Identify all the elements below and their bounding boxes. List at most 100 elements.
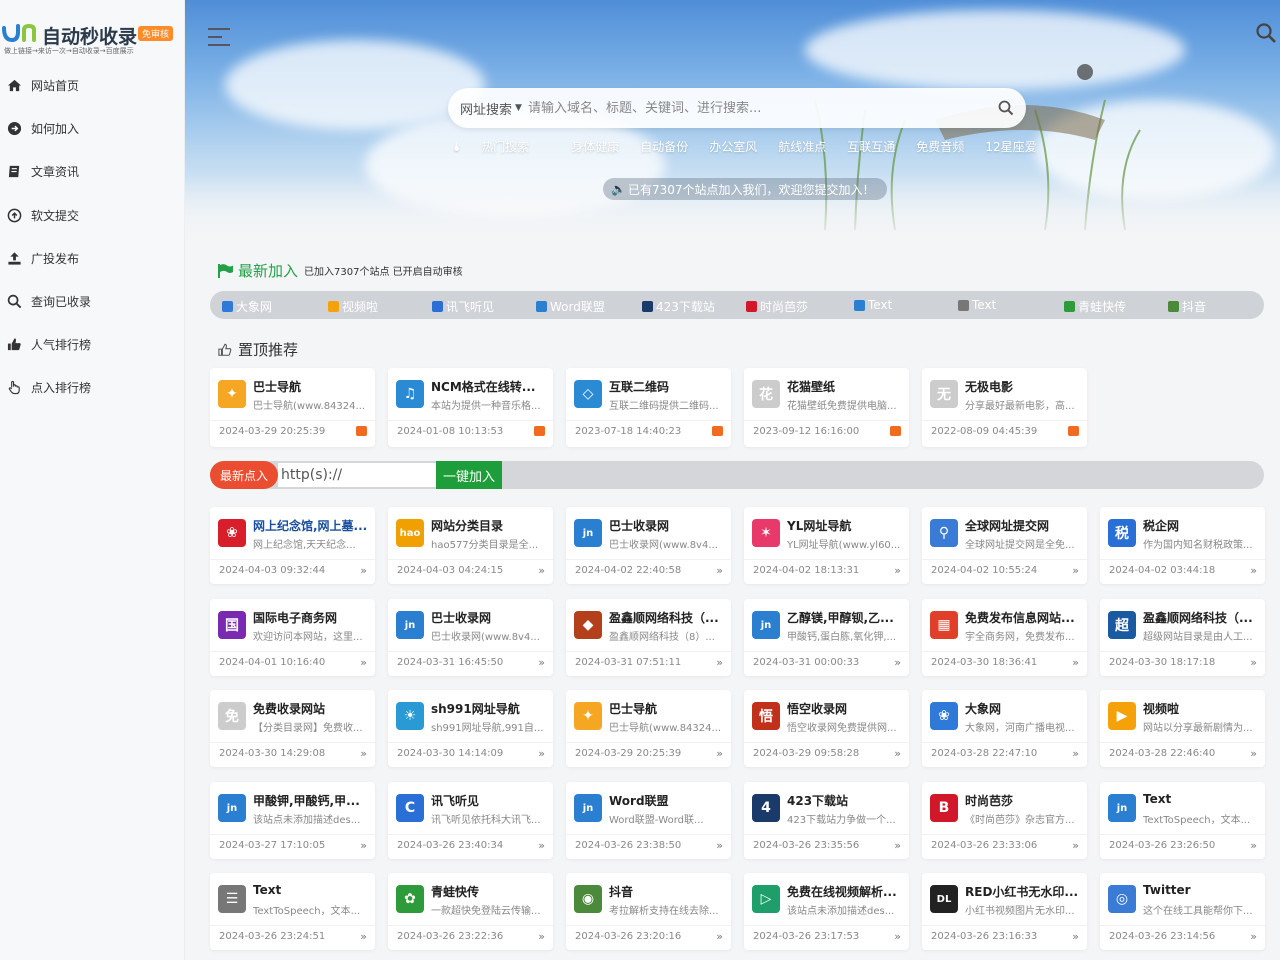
double-chevron-right-icon[interactable]: »: [360, 564, 367, 577]
site-card[interactable]: ✦ 巴士导航 巴士导航(www.84324... 2024-03-29 20:25:3…: [210, 368, 375, 447]
site-logo[interactable]: 自动秒收录 免审核 做上链接→来访一次→自动收录→百度展示: [0, 18, 185, 58]
feedback-icon[interactable]: [1068, 426, 1079, 436]
double-chevron-right-icon[interactable]: »: [1250, 564, 1257, 577]
site-card[interactable]: jn 巴士收录网 巴士收录网(www.8v4... 2024-03-31 16:45:…: [388, 599, 553, 676]
site-card-title[interactable]: 盈鑫顺网络科技（...: [609, 609, 725, 626]
hot-tag[interactable]: 免费音频: [916, 138, 964, 155]
site-card[interactable]: ☀ sh991网址导航 sh991网址导航,991自... 2024-03-30 14…: [388, 690, 553, 767]
site-card[interactable]: jn 甲酸钾,甲酸钙,甲... 该站点未添加描述des... 2024-03-27 1…: [210, 782, 375, 859]
double-chevron-right-icon[interactable]: »: [894, 564, 901, 577]
double-chevron-right-icon[interactable]: »: [1072, 564, 1079, 577]
strip-item[interactable]: 抖音: [1168, 298, 1206, 315]
site-card-title[interactable]: 盈鑫顺网络科技（...: [1143, 609, 1259, 626]
site-card-title[interactable]: 国际电子商务网: [253, 609, 369, 626]
site-card[interactable]: 无无极电影 分享最好最新电影，高... 2022-08-09 04:45:39: [922, 368, 1087, 447]
site-card-title[interactable]: 巴士导航: [253, 378, 369, 395]
site-card-title[interactable]: Text: [1143, 792, 1259, 806]
site-card-title[interactable]: 乙醇镁,甲醇钡,乙...: [787, 609, 903, 626]
feedback-icon[interactable]: [712, 426, 723, 436]
site-card-title[interactable]: NCM格式在线转...: [431, 378, 547, 395]
site-card[interactable]: ▦ 免费发布信息网站... 宇全商务网，免费发布... 2024-03-30 18:3…: [922, 599, 1087, 676]
url-input[interactable]: [278, 463, 436, 487]
strip-item[interactable]: Text: [958, 298, 996, 312]
site-card[interactable]: B 时尚芭莎 《时尚芭莎》杂志官方... 2024-03-26 23:33:06 »: [922, 782, 1087, 859]
site-card-title[interactable]: 免费发布信息网站...: [965, 609, 1081, 626]
site-card-title[interactable]: 悟空收录网: [787, 700, 903, 717]
site-card[interactable]: jn 巴士收录网 巴士收录网(www.8v4... 2024-04-02 22:40:…: [566, 507, 731, 584]
strip-item[interactable]: 讯飞听见: [432, 298, 494, 315]
site-card-title[interactable]: 网上纪念馆,网上墓...: [253, 517, 369, 534]
site-card[interactable]: ▶ 视频啦 网站以分享最新剧情为... 2024-03-28 22:46:40 »: [1100, 690, 1265, 767]
strip-item[interactable]: 视频啦: [328, 298, 378, 315]
double-chevron-right-icon[interactable]: »: [1072, 747, 1079, 760]
strip-item[interactable]: 时尚芭莎: [746, 298, 808, 315]
site-card[interactable]: jn Word联盟 Word联盟-Word联... 2024-03-26 23:38:…: [566, 782, 731, 859]
site-card[interactable]: ▷ 免费在线视频解析... 该站点未添加描述des... 2024-03-26 23:…: [744, 873, 909, 950]
site-card[interactable]: jn Text TextToSpeech，文本... 2024-03-26 23:26…: [1100, 782, 1265, 859]
site-card[interactable]: ◇ 互联二维码 互联二维码提供二维码... 2023-07-18 14:40:23: [566, 368, 731, 447]
hot-tag-label[interactable]: 🌢 热门搜索: [453, 138, 550, 155]
site-card-title[interactable]: 无极电影: [965, 378, 1081, 395]
feedback-icon[interactable]: [534, 426, 545, 436]
search-button[interactable]: [986, 88, 1026, 128]
site-card[interactable]: 花花猫壁纸 花猫壁纸免费提供电脑... 2023-09-12 16:16:00: [744, 368, 909, 447]
hot-tag[interactable]: 互联互通: [847, 138, 895, 155]
site-card-title[interactable]: 巴士收录网: [609, 517, 725, 534]
nav-item-articles[interactable]: 文章资讯: [0, 150, 185, 193]
double-chevron-right-icon[interactable]: »: [1072, 930, 1079, 943]
site-card[interactable]: ☰ Text TextToSpeech，文本... 2024-03-26 23:24:…: [210, 873, 375, 950]
site-card[interactable]: ⚲ 全球网址提交网 全球网址提交网是全免... 2024-04-02 10:55:24…: [922, 507, 1087, 584]
site-card-title[interactable]: sh991网址导航: [431, 700, 547, 717]
site-card-title[interactable]: 互联二维码: [609, 378, 725, 395]
site-card[interactable]: ◆ 盈鑫顺网络科技（... 盈鑫顺网络科技（8）... 2024-03-31 07:5…: [566, 599, 731, 676]
double-chevron-right-icon[interactable]: »: [716, 564, 723, 577]
double-chevron-right-icon[interactable]: »: [360, 930, 367, 943]
double-chevron-right-icon[interactable]: »: [1072, 839, 1079, 852]
strip-item[interactable]: 大象网: [222, 298, 272, 315]
double-chevron-right-icon[interactable]: »: [360, 839, 367, 852]
site-card[interactable]: ◉ 抖音 考拉解析支持在线去除... 2024-03-26 23:20:16 »: [566, 873, 731, 950]
nav-item-query-indexed[interactable]: 查询已收录: [0, 280, 185, 323]
site-card[interactable]: C 讯飞听见 讯飞听见依托科大讯飞... 2024-03-26 23:40:34 »: [388, 782, 553, 859]
site-card[interactable]: 超盈鑫顺网络科技（... 超级网站目录是由人工... 2024-03-30 18:1…: [1100, 599, 1265, 676]
site-card[interactable]: hao 网站分类目录 hao577分类目录是全... 2024-04-03 04:24…: [388, 507, 553, 584]
feedback-icon[interactable]: [890, 426, 901, 436]
hot-tag[interactable]: 办公室风: [709, 138, 757, 155]
site-card-title[interactable]: 税企网: [1143, 517, 1259, 534]
hot-tag[interactable]: 自动备份: [640, 138, 688, 155]
site-card-title[interactable]: Twitter: [1143, 883, 1259, 897]
site-card-title[interactable]: Word联盟: [609, 792, 725, 809]
hot-tag[interactable]: 12星座爱: [985, 138, 1036, 155]
site-card-title[interactable]: RED小红书无水印...: [965, 883, 1081, 900]
site-card-title[interactable]: 免费收录网站: [253, 700, 369, 717]
double-chevron-right-icon[interactable]: »: [1250, 930, 1257, 943]
site-card-title[interactable]: 甲酸钾,甲酸钙,甲...: [253, 792, 369, 809]
site-card[interactable]: 国国际电子商务网 欢迎访问本网站，这里... 2024-04-01 10:16:40…: [210, 599, 375, 676]
double-chevron-right-icon[interactable]: »: [1250, 747, 1257, 760]
double-chevron-right-icon[interactable]: »: [360, 747, 367, 760]
one-click-join-button[interactable]: 一键加入: [436, 461, 502, 489]
double-chevron-right-icon[interactable]: »: [1072, 656, 1079, 669]
site-card-title[interactable]: Text: [253, 883, 369, 897]
site-card[interactable]: 税税企网 作为国内知名财税政策... 2024-04-02 03:44:18 »: [1100, 507, 1265, 584]
site-card[interactable]: 4 423下载站 423下载站力争做一个... 2024-03-26 23:35:56…: [744, 782, 909, 859]
search-type-dropdown[interactable]: 网址搜索 ▼: [460, 99, 522, 118]
site-card[interactable]: 免免费收录网站 【分类目录网】免费收... 2024-03-30 14:29:08 »: [210, 690, 375, 767]
site-card-title[interactable]: 青蛙快传: [431, 883, 547, 900]
site-card-title[interactable]: 视频啦: [1143, 700, 1259, 717]
site-card-title[interactable]: YL网址导航: [787, 517, 903, 534]
double-chevron-right-icon[interactable]: »: [716, 656, 723, 669]
strip-item[interactable]: Word联盟: [536, 298, 605, 315]
double-chevron-right-icon[interactable]: »: [894, 839, 901, 852]
feedback-icon[interactable]: [356, 426, 367, 436]
nav-item-submit-article[interactable]: 软文提交: [0, 194, 185, 237]
site-card-title[interactable]: 花猫壁纸: [787, 378, 903, 395]
double-chevron-right-icon[interactable]: »: [538, 839, 545, 852]
nav-item-popularity-rank[interactable]: 人气排行榜: [0, 323, 185, 366]
nav-item-how-to-join[interactable]: 如何加入: [0, 107, 185, 150]
site-card-title[interactable]: 巴士收录网: [431, 609, 547, 626]
site-card[interactable]: DL RED小红书无水印... 小红书视频图片无水印... 2024-03-26 23…: [922, 873, 1087, 950]
strip-item[interactable]: 423下载站: [642, 298, 715, 315]
site-card[interactable]: ✶ YL网址导航 YL网址导航(www.yl60... 2024-04-02 18:1…: [744, 507, 909, 584]
double-chevron-right-icon[interactable]: »: [716, 930, 723, 943]
